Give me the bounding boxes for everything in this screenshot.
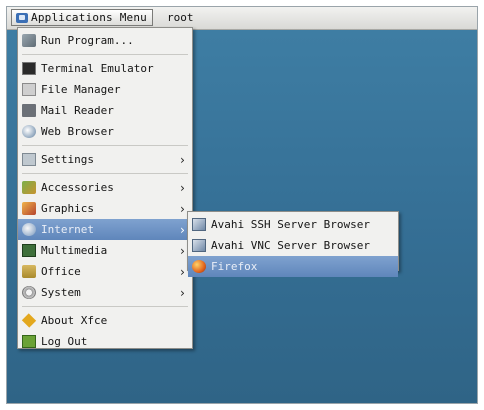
menu-separator — [22, 306, 188, 307]
terminal-icon — [22, 62, 36, 75]
menu-item-label: Office — [41, 265, 81, 278]
chevron-right-icon: › — [178, 264, 186, 279]
chevron-right-icon: › — [178, 152, 186, 167]
menu-item-label: Log Out — [41, 335, 88, 348]
menu-item-web-browser[interactable]: Web Browser — [18, 121, 192, 142]
run-icon — [22, 34, 36, 47]
menu-item-file-manager[interactable]: File Manager — [18, 79, 192, 100]
settings-icon — [22, 153, 36, 166]
file-manager-icon — [22, 83, 36, 96]
menu-item-multimedia[interactable]: Multimedia › — [18, 240, 192, 261]
avahi-icon — [192, 239, 206, 252]
graphics-icon — [22, 202, 36, 215]
menu-item-run-program[interactable]: Run Program... — [18, 30, 192, 51]
desktop: Applications Menu root Run Program... Te… — [6, 6, 478, 404]
chevron-right-icon: › — [178, 201, 186, 216]
applications-menu-button[interactable]: Applications Menu — [11, 9, 153, 26]
chevron-right-icon: › — [178, 180, 186, 195]
window-title-root[interactable]: root — [167, 11, 194, 24]
firefox-icon — [192, 260, 206, 273]
menu-item-label: Settings — [41, 153, 94, 166]
xfce-logo-icon — [16, 12, 28, 23]
menu-item-internet[interactable]: Internet › — [18, 219, 192, 240]
log-out-icon — [22, 335, 36, 348]
applications-menu: Run Program... Terminal Emulator File Ma… — [17, 27, 193, 349]
menu-separator — [22, 145, 188, 146]
menu-item-label: File Manager — [41, 83, 121, 96]
internet-submenu: Avahi SSH Server Browser Avahi VNC Serve… — [187, 211, 399, 277]
applications-menu-label: Applications Menu — [31, 11, 147, 24]
menu-item-label: Graphics — [41, 202, 94, 215]
menu-item-label: Avahi VNC Server Browser — [211, 239, 370, 252]
menu-separator — [22, 54, 188, 55]
menu-item-mail-reader[interactable]: Mail Reader — [18, 100, 192, 121]
chevron-right-icon: › — [178, 222, 186, 237]
menu-item-label: Run Program... — [41, 34, 134, 47]
menu-item-accessories[interactable]: Accessories › — [18, 177, 192, 198]
menu-item-system[interactable]: System › — [18, 282, 192, 303]
menu-item-firefox[interactable]: Firefox — [188, 256, 398, 277]
about-icon — [21, 313, 37, 328]
menu-item-label: System — [41, 286, 81, 299]
office-icon — [22, 265, 36, 278]
menu-item-label: Firefox — [211, 260, 258, 273]
menu-item-office[interactable]: Office › — [18, 261, 192, 282]
menu-item-terminal-emulator[interactable]: Terminal Emulator — [18, 58, 192, 79]
menu-item-label: Accessories — [41, 181, 114, 194]
multimedia-icon — [22, 244, 36, 257]
menu-item-label: Web Browser — [41, 125, 114, 138]
menu-item-label: About Xfce — [41, 314, 108, 327]
chevron-right-icon: › — [178, 285, 186, 300]
accessories-icon — [22, 181, 36, 194]
avahi-icon — [192, 218, 206, 231]
menu-item-log-out[interactable]: Log Out — [18, 331, 192, 352]
menu-item-avahi-ssh[interactable]: Avahi SSH Server Browser — [188, 214, 398, 235]
web-browser-icon — [22, 125, 36, 138]
menu-item-settings[interactable]: Settings › — [18, 149, 192, 170]
menu-item-about-xfce[interactable]: About Xfce — [18, 310, 192, 331]
chevron-right-icon: › — [178, 243, 186, 258]
menu-item-label: Multimedia — [41, 244, 108, 257]
menu-item-label: Internet — [41, 223, 94, 236]
menu-item-label: Mail Reader — [41, 104, 114, 117]
system-icon — [22, 286, 36, 299]
mail-icon — [22, 104, 36, 117]
menu-item-avahi-vnc[interactable]: Avahi VNC Server Browser — [188, 235, 398, 256]
internet-icon — [22, 223, 36, 236]
menu-item-label: Avahi SSH Server Browser — [211, 218, 370, 231]
menu-item-label: Terminal Emulator — [41, 62, 154, 75]
menu-separator — [22, 173, 188, 174]
menu-item-graphics[interactable]: Graphics › — [18, 198, 192, 219]
